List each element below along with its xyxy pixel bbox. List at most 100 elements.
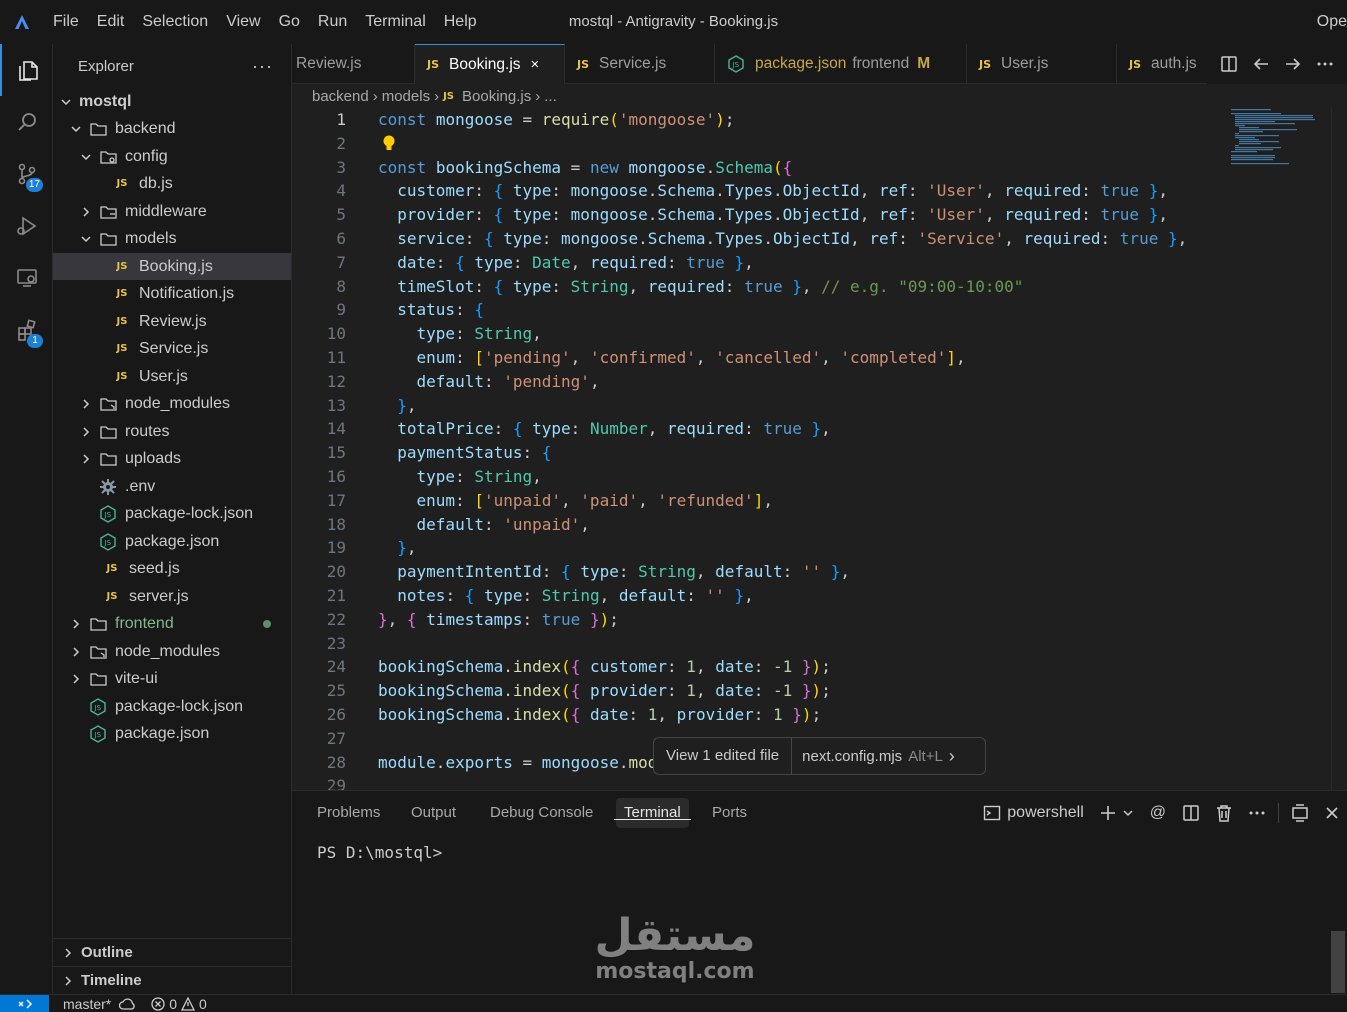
code-line[interactable]: type: String, [378,324,542,343]
menu-go[interactable]: Go [270,0,309,44]
more-icon[interactable] [1316,55,1334,73]
tree-folder-models[interactable]: models [53,225,291,252]
code-line[interactable]: default: 'pending', [378,372,600,391]
terminal-scrollbar[interactable] [1331,835,1347,995]
code-line[interactable]: customer: { type: mongoose.Schema.Types.… [378,181,1168,200]
maximize-panel-icon[interactable] [1291,804,1309,822]
terminal-prompt[interactable]: PS D:\mostql> [317,843,442,862]
remote-indicator[interactable] [0,994,49,1012]
explorer-button[interactable] [0,44,53,96]
tab-package-json[interactable]: JS package.json frontend M [715,44,967,84]
tree-folder-node-modules-backend[interactable]: node_modules [53,390,291,417]
tree-file-notification-js[interactable]: JS Notification.js [53,280,291,307]
search-button[interactable] [0,96,53,148]
view-edited-file-button[interactable]: View 1 edited file [654,737,793,775]
code-line[interactable]: status: { [378,300,484,319]
more-actions-button[interactable]: ··· [252,56,273,77]
code-line[interactable]: const bookingSchema = new mongoose.Schem… [378,158,792,177]
tree-folder-uploads[interactable]: uploads [53,445,291,472]
tab-booking-js[interactable]: JS Booking.js × [415,44,565,84]
code-line[interactable]: enum: ['pending', 'confirmed', 'cancelle… [378,348,966,367]
menu-help[interactable]: Help [435,0,486,44]
tree-file-package-json-backend[interactable]: JS package.json [53,528,291,555]
close-icon[interactable]: × [531,56,540,73]
code-line[interactable]: type: String, [378,467,542,486]
tree-root-mostql[interactable]: mostql [53,88,291,115]
tab-user-js[interactable]: JS User.js [967,44,1117,84]
code-line[interactable]: service: { type: mongoose.Schema.Types.O… [378,229,1187,248]
tree-folder-frontend[interactable]: frontend [53,610,291,637]
menu-view[interactable]: View [217,0,269,44]
terminal-profile[interactable]: powershell [983,804,1084,822]
tree-folder-middleware[interactable]: middleware [53,198,291,225]
tree-folder-node-modules[interactable]: node_modules [53,638,291,665]
new-terminal-button[interactable] [1100,805,1134,821]
title-right-button[interactable]: Ope [1317,0,1347,44]
menu-file[interactable]: File [44,0,88,44]
code-line[interactable]: bookingSchema.index({ date: 1, provider:… [378,705,821,724]
tree-file-env[interactable]: .env [53,473,291,500]
tree-file-user-js[interactable]: JS User.js [53,363,291,390]
tree-file-review-js[interactable]: JS Review.js [53,308,291,335]
next-file-button[interactable]: next.config.mjs Alt+L › [792,746,965,767]
code-line[interactable]: const mongoose = require('mongoose'); [378,110,734,129]
scroll-thumb[interactable] [1331,931,1345,993]
extensions-button[interactable]: 1 [0,304,53,356]
arrow-right-icon[interactable] [1284,55,1302,73]
menu-edit[interactable]: Edit [88,0,134,44]
code-line[interactable]: default: 'unpaid', [378,515,590,534]
menu-selection[interactable]: Selection [133,0,217,44]
tab-ports[interactable]: Ports [712,791,747,835]
tree-file-db-js[interactable]: JS db.js [53,170,291,197]
tab-problems[interactable]: Problems [317,791,380,835]
tree-file-seed-js[interactable]: JS seed.js [53,555,291,582]
trash-icon[interactable] [1216,804,1232,822]
code-line[interactable]: totalPrice: { type: Number, required: tr… [378,419,831,438]
tree-file-package-lock[interactable]: JS package-lock.json [53,693,291,720]
tree-file-package-lock-backend[interactable]: JS package-lock.json [53,500,291,527]
tree-file-service-js[interactable]: JS Service.js [53,335,291,362]
tree-folder-config[interactable]: config [53,143,291,170]
tab-terminal[interactable]: Terminal [614,798,691,828]
code-line[interactable]: bookingSchema.index({ customer: 1, date:… [378,657,831,676]
code-line[interactable]: paymentStatus: { [378,443,551,462]
code-editor[interactable]: 1 const mongoose = require('mongoose'); 2 3… [292,108,1347,790]
breadcrumb-backend[interactable]: backend [312,88,369,105]
minimap[interactable] [1231,108,1327,168]
run-debug-button[interactable] [0,200,53,252]
tab-service-js[interactable]: JS Service.js [565,44,715,84]
at-icon[interactable]: @ [1150,804,1166,822]
breadcrumb-file[interactable]: Booking.js [462,88,531,105]
breadcrumb-models[interactable]: models [382,88,430,105]
tree-folder-backend[interactable]: backend [53,115,291,142]
tab-debug-console[interactable]: Debug Console [490,791,593,835]
breadcrumb-symbols[interactable]: ... [544,88,557,105]
outline-section[interactable]: Outline [53,938,291,966]
code-line[interactable]: timeSlot: { type: String, required: true… [378,277,1023,296]
code-line[interactable]: }, { timestamps: true }); [378,610,619,629]
code-line[interactable]: date: { type: Date, required: true }, [378,253,753,272]
lightbulb-icon[interactable] [382,134,396,156]
split-terminal-icon[interactable] [1182,804,1200,822]
tree-folder-routes[interactable]: routes [53,418,291,445]
code-line[interactable]: }, [378,538,416,557]
code-line[interactable]: }, [378,396,416,415]
more-icon[interactable] [1248,804,1266,822]
editor-scrollbar[interactable] [1331,108,1347,790]
tree-file-server-js[interactable]: JS server.js [53,583,291,610]
tree-file-booking-js[interactable]: JS Booking.js [53,253,291,280]
code-line[interactable]: paymentIntentId: { type: String, default… [378,562,850,581]
tab-auth-js[interactable]: JS auth.js [1117,44,1217,84]
remote-explorer-button[interactable] [0,252,53,304]
tree-folder-vite-ui[interactable]: vite-ui [53,665,291,692]
source-control-button[interactable]: 17 [0,148,53,200]
tab-review-js[interactable]: Review.js [292,44,415,84]
branch-indicator[interactable]: master* [63,996,137,1012]
code-line[interactable]: notes: { type: String, default: '' }, [378,586,753,605]
code-line[interactable]: bookingSchema.index({ provider: 1, date:… [378,681,831,700]
code-line[interactable]: provider: { type: mongoose.Schema.Types.… [378,205,1168,224]
split-editor-icon[interactable] [1220,55,1238,73]
menu-run[interactable]: Run [309,0,356,44]
tab-output[interactable]: Output [411,791,456,835]
close-icon[interactable] [1325,806,1339,820]
